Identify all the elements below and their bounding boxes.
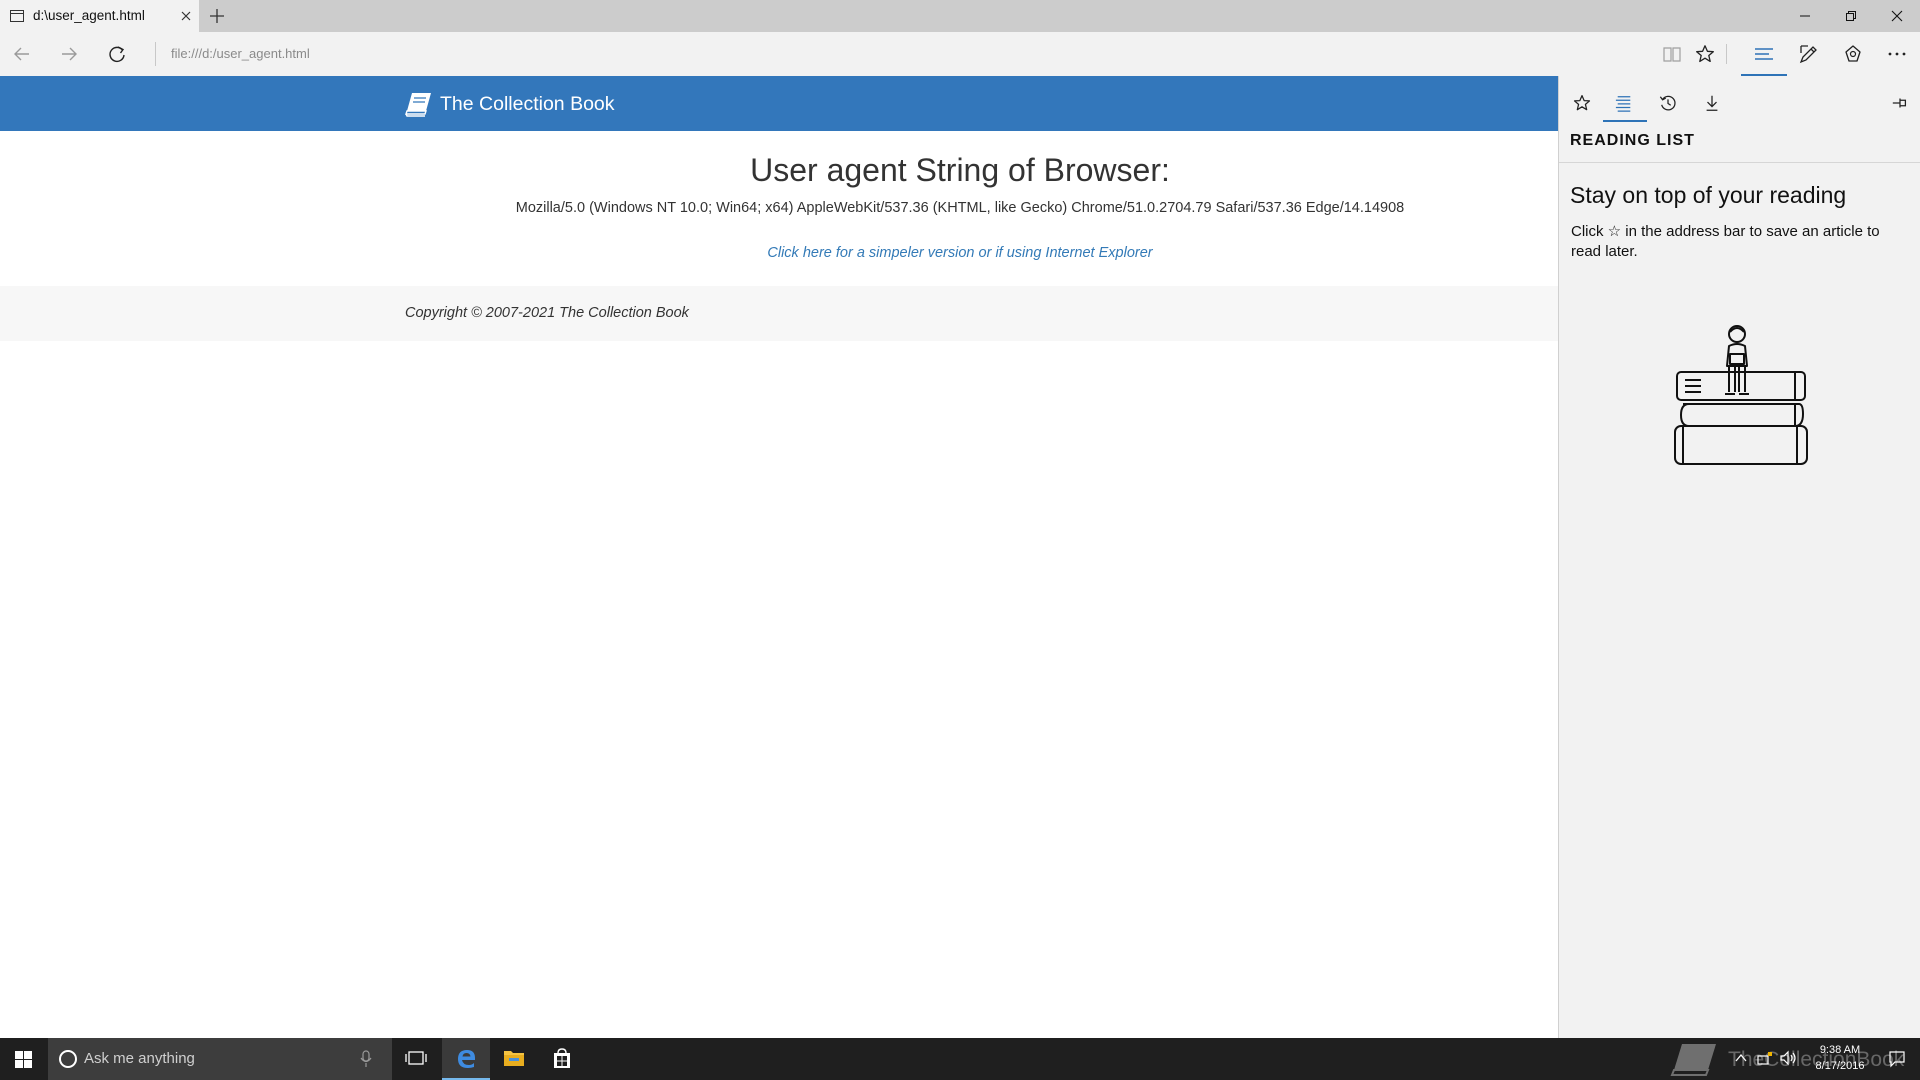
task-view-icon [405, 1051, 427, 1065]
reading-list-icon [1615, 96, 1631, 112]
search-placeholder: Ask me anything [84, 1050, 195, 1067]
folder-icon [504, 1051, 524, 1066]
volume-icon[interactable] [1780, 1050, 1798, 1066]
reading-list-description: Click ☆ in the address bar to save an ar… [1571, 223, 1880, 260]
reading-view-button[interactable] [1658, 40, 1686, 68]
site-footer: Copyright © 2007-2021 The Collection Boo… [0, 286, 1558, 341]
hub-pane: READING LIST Stay on top of your reading… [1558, 76, 1920, 1038]
edge-icon [458, 1050, 475, 1068]
history-icon [1659, 95, 1676, 111]
taskbar-edge-app[interactable] [442, 1038, 490, 1080]
user-agent-string: Mozilla/5.0 (Windows NT 10.0; Win64; x64… [515, 200, 1405, 216]
restore-button[interactable] [1828, 0, 1874, 32]
back-button[interactable] [8, 40, 36, 68]
close-window-button[interactable] [1874, 0, 1920, 32]
site-brand[interactable]: The Collection Book [404, 88, 615, 120]
hub-tab-history[interactable] [1647, 84, 1687, 120]
more-button[interactable] [1883, 40, 1911, 68]
site-header: The Collection Book [0, 76, 1558, 131]
web-page: The Collection Book User agent String of… [0, 76, 1558, 1038]
cortana-icon [59, 1050, 77, 1068]
ellipsis-icon [1888, 52, 1906, 56]
address-divider [155, 42, 156, 66]
forward-arrow-icon [62, 47, 77, 61]
book-watermark-icon [1670, 1044, 1716, 1076]
title-bar: d:\user_agent.html [0, 0, 1920, 32]
hub-tab-favorites[interactable] [1561, 84, 1601, 120]
pin-pane-button[interactable] [1879, 84, 1919, 120]
cortana-search-box[interactable]: Ask me anything [48, 1038, 392, 1080]
taskbar-store-app[interactable] [538, 1038, 586, 1080]
taskbar: Ask me anything TheCollectionBook 9:38 A… [0, 1038, 1920, 1080]
taskbar-file-explorer[interactable] [490, 1038, 538, 1080]
book-logo-icon [405, 93, 431, 117]
page-title: User agent String of Browser: [750, 152, 1170, 188]
toolbar-divider [1726, 44, 1727, 64]
simple-version-link[interactable]: Click here for a simpeler version or if … [0, 245, 1558, 261]
show-hidden-icons-icon[interactable] [1734, 1050, 1748, 1066]
hub-divider [1559, 162, 1920, 163]
microphone-icon[interactable] [360, 1050, 372, 1068]
hub-tab-downloads[interactable] [1691, 84, 1731, 120]
minimize-button[interactable] [1782, 0, 1828, 32]
star-icon [1696, 45, 1714, 63]
download-icon [1706, 95, 1718, 111]
reading-books-illustration [1674, 325, 1808, 465]
share-button[interactable] [1839, 40, 1867, 68]
share-icon [1845, 45, 1861, 62]
windows-logo-icon [15, 1051, 32, 1068]
start-button[interactable] [0, 1038, 48, 1080]
new-tab-icon[interactable] [208, 7, 226, 25]
favorite-button[interactable] [1691, 40, 1719, 68]
pin-icon [1892, 98, 1907, 108]
forward-button[interactable] [55, 40, 83, 68]
web-note-button[interactable] [1795, 40, 1823, 68]
task-view-button[interactable] [392, 1038, 440, 1080]
hub-lines-icon [1755, 48, 1773, 60]
star-icon [1573, 94, 1591, 111]
hub-title: READING LIST [1570, 132, 1695, 149]
book-icon [1663, 47, 1681, 62]
network-icon[interactable] [1756, 1050, 1774, 1066]
clock-date[interactable]: 8/17/2016 [1800, 1060, 1880, 1072]
hub-tab-reading-list[interactable] [1603, 84, 1647, 122]
hub-button[interactable] [1750, 40, 1778, 68]
browser-tab[interactable]: d:\user_agent.html [0, 0, 199, 32]
brand-name: The Collection Book [440, 92, 615, 115]
page-icon [10, 10, 24, 22]
clock-time[interactable]: 9:38 AM [1800, 1044, 1880, 1056]
pen-icon [1799, 45, 1817, 64]
refresh-button[interactable] [103, 40, 131, 68]
refresh-icon [109, 46, 125, 63]
action-center-icon[interactable] [1888, 1050, 1906, 1068]
minimize-icon [1800, 15, 1810, 17]
reading-list-heading: Stay on top of your reading [1570, 182, 1847, 208]
address-bar-row: file:///d:/user_agent.html [0, 32, 1920, 76]
store-icon [554, 1048, 570, 1068]
address-input[interactable]: file:///d:/user_agent.html [171, 46, 310, 61]
back-arrow-icon [14, 47, 29, 61]
close-icon [1891, 10, 1903, 22]
tab-title: d:\user_agent.html [33, 8, 145, 23]
copyright-text: Copyright © 2007-2021 The Collection Boo… [405, 305, 689, 321]
close-tab-icon[interactable] [178, 8, 194, 24]
restore-icon [1846, 11, 1856, 21]
